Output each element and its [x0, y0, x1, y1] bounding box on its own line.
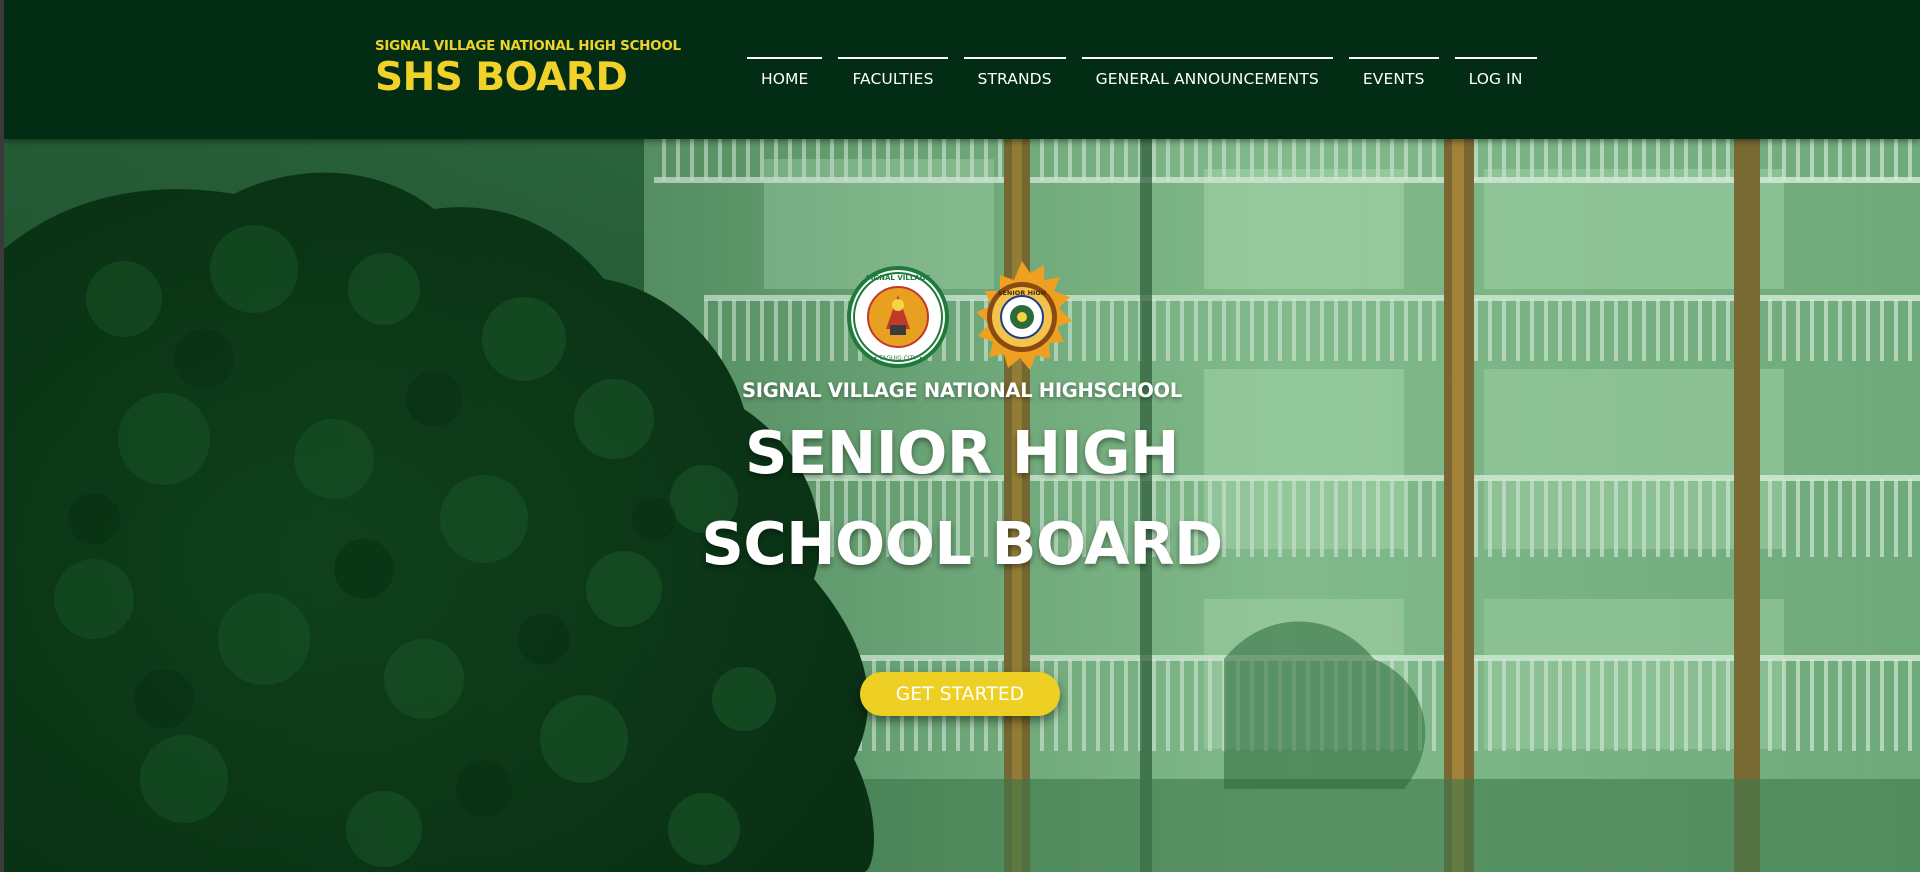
hero-title-line-1: SENIOR HIGH	[745, 418, 1179, 487]
hero-section: SIGNAL VILLAGE • TAGUIG CITY • SENIOR HI…	[4, 139, 1920, 872]
brand-title: SHS BOARD	[375, 55, 628, 100]
hero-title-line-2: SCHOOL BOARD	[701, 509, 1223, 578]
senior-high-school-seal-icon: SENIOR HIGH	[976, 261, 1072, 370]
school-logos: SIGNAL VILLAGE • TAGUIG CITY • SENIOR HI…	[847, 261, 1072, 370]
nav-item-log-in[interactable]: LOG IN	[1454, 57, 1537, 90]
svg-text:• TAGUIG CITY •: • TAGUIG CITY •	[874, 355, 923, 362]
brand-logo-link[interactable]: SIGNAL VILLAGE NATIONAL HIGH SCHOOL SHS …	[375, 38, 681, 97]
main-navigation: HOME FACULTIES STRANDS GENERAL ANNOUNCEM…	[747, 57, 1537, 90]
nav-item-general-announcements[interactable]: GENERAL ANNOUNCEMENTS	[1081, 57, 1333, 90]
svg-text:SIGNAL VILLAGE: SIGNAL VILLAGE	[866, 274, 931, 282]
page: SIGNAL VILLAGE NATIONAL HIGH SCHOOL SHS …	[4, 0, 1920, 872]
site-header: SIGNAL VILLAGE NATIONAL HIGH SCHOOL SHS …	[4, 0, 1920, 139]
brand-subtitle: SIGNAL VILLAGE NATIONAL HIGH SCHOOL	[375, 38, 681, 54]
hero-title: SENIOR HIGH SCHOOL BOARD	[4, 407, 1920, 589]
get-started-button[interactable]: GET STARTED	[860, 672, 1060, 716]
svg-text:SENIOR HIGH: SENIOR HIGH	[998, 289, 1046, 297]
nav-item-strands[interactable]: STRANDS	[963, 57, 1066, 90]
school-name-heading: SIGNAL VILLAGE NATIONAL HIGHSCHOOL	[742, 379, 1182, 402]
nav-item-faculties[interactable]: FACULTIES	[838, 57, 948, 90]
nav-item-events[interactable]: EVENTS	[1348, 57, 1439, 90]
nav-item-home[interactable]: HOME	[747, 57, 823, 90]
signal-village-seal-icon: SIGNAL VILLAGE • TAGUIG CITY •	[847, 266, 949, 368]
